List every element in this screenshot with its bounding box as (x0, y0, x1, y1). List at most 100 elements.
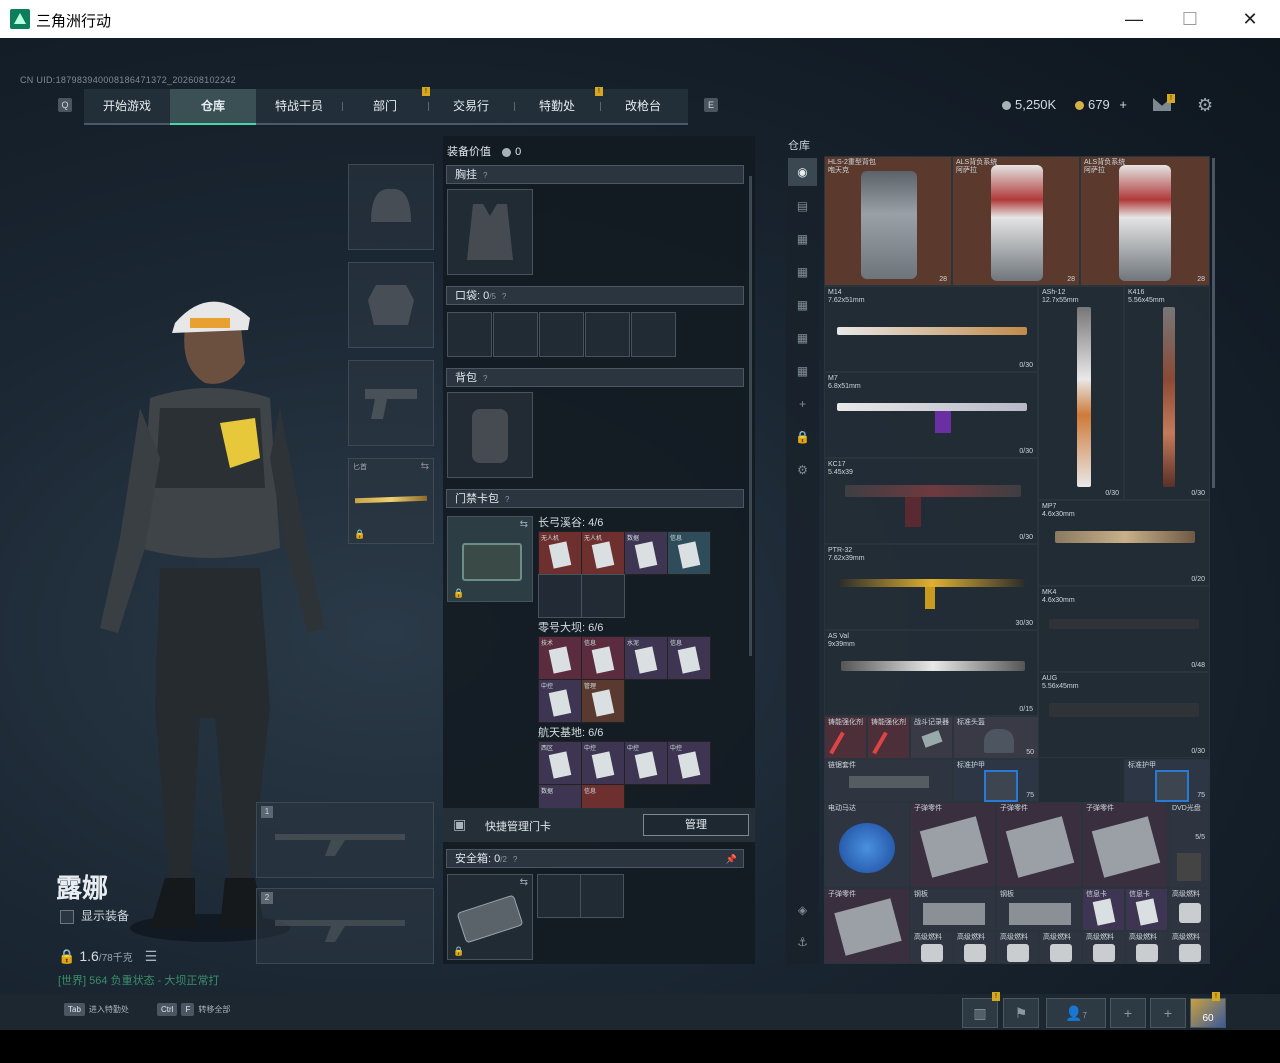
help-icon[interactable]: ? (513, 850, 517, 869)
scrollbar[interactable] (749, 176, 752, 656)
keycard-item[interactable]: 中控 (624, 741, 668, 785)
keycard-item[interactable]: 数据 (538, 784, 582, 810)
stash-item-gun[interactable]: AS Val 9x39mm 0/15 (824, 630, 1038, 716)
keycard-item[interactable]: 无人机 (538, 531, 582, 575)
stash-item[interactable]: 子弹零件 (1082, 802, 1168, 888)
stash-item[interactable]: 链锯套件 (824, 759, 953, 802)
stash-item-gun[interactable]: M7 6.8x51mm 0/30 (824, 372, 1038, 458)
armor-slot[interactable] (348, 262, 434, 348)
stash-item-gun[interactable]: KC17 5.45x39 0/30 (824, 458, 1038, 544)
stash-item[interactable]: 高级燃料 (1082, 931, 1125, 964)
stash-item[interactable]: DVD光盘 5/5 (1168, 802, 1210, 888)
help-icon[interactable]: ? (502, 287, 506, 306)
list-icon[interactable]: ☰ (145, 948, 158, 964)
stash-tab-4-icon[interactable]: ▦ (788, 291, 817, 319)
stash-tab-5-icon[interactable]: ▦ (788, 324, 817, 352)
safebox-slot[interactable]: ⇆ 🔒 (447, 874, 533, 960)
pocket-slot[interactable] (585, 312, 630, 357)
safebox-grid-slot[interactable] (537, 874, 581, 918)
stash-item-gun[interactable]: K416 5.56x45mm 0/30 (1124, 286, 1210, 500)
stash-item-gun[interactable]: PTR-32 7.62x39mm 30/30 (824, 544, 1038, 630)
minimize-button[interactable]: — (1114, 6, 1154, 32)
secondary-weapon-slot[interactable]: 2 (256, 888, 434, 964)
backpack-slot[interactable] (447, 392, 533, 478)
stash-item-gun[interactable]: ASh-12 12.7x55mm 0/30 (1038, 286, 1124, 500)
manage-button[interactable]: 管理 (643, 814, 749, 836)
stash-tab-2-icon[interactable]: ▦ (788, 225, 817, 253)
stash-item[interactable]: 标准头盔 50 (953, 716, 1039, 759)
stash-item[interactable]: 子弹零件 (996, 802, 1082, 888)
pocket-slot[interactable] (447, 312, 492, 357)
tab-special-ops[interactable]: 特勤处 (514, 89, 600, 123)
stash-item-backpack[interactable]: ALS背负系统 阿萨拉 28 (952, 156, 1080, 286)
stash-item[interactable]: 子弹零件 (824, 888, 910, 964)
keycard-item[interactable]: 西区 (538, 741, 582, 785)
stash-item[interactable]: 高级燃料 (953, 931, 996, 964)
melee-slot[interactable]: 匕首 ⇆ 🔒 (348, 458, 434, 544)
stash-item[interactable]: 子弹零件 (910, 802, 996, 888)
keycard-case-slot[interactable]: ⇆ 🔒 (447, 516, 533, 602)
keycard-item[interactable]: 管理 (581, 679, 625, 723)
chest-rig-slot[interactable] (447, 189, 533, 275)
tab-operators[interactable]: 特战干员 (256, 89, 342, 123)
stash-item[interactable]: 高级燃料 (996, 931, 1039, 964)
stash-item[interactable]: 标准护甲 75 (953, 759, 1039, 802)
stash-item[interactable]: 高级燃料 (1168, 888, 1210, 931)
layers-icon[interactable]: ◈ (788, 896, 817, 924)
stash-tab-guns-icon[interactable]: ▤ (788, 192, 817, 220)
close-button[interactable]: ✕ (1230, 6, 1270, 32)
stash-item[interactable]: 高级燃料 (1168, 931, 1210, 964)
keycard-item[interactable]: 技术 (538, 636, 582, 680)
stash-scrollbar[interactable] (1212, 158, 1215, 488)
show-equipment-toggle[interactable]: 显示装备 (60, 907, 129, 924)
stash-item-backpack[interactable]: HLS-2重型背包 咆天克 28 (824, 156, 952, 286)
keycard-item[interactable]: 信息 (581, 636, 625, 680)
keycard-empty-slot[interactable] (538, 574, 582, 618)
stash-item[interactable]: 标准护甲 75 (1124, 759, 1210, 802)
stash-item[interactable]: 信息卡 (1082, 888, 1125, 931)
tab-warehouse[interactable]: 仓库 (170, 89, 256, 125)
pocket-slot[interactable] (539, 312, 584, 357)
transfer-all-hint[interactable]: Ctrl F 转移全部 (157, 1003, 230, 1016)
tab-trade[interactable]: 交易行 (428, 89, 514, 123)
stash-all-icon[interactable]: ◉ (788, 158, 817, 186)
stash-item[interactable]: 高级燃料 (910, 931, 953, 964)
invite-slot-1[interactable]: + (1110, 998, 1146, 1028)
stash-item-gun[interactable]: M14 7.62x51mm 0/30 (824, 286, 1038, 372)
lock-tab-icon[interactable]: 🔒 (788, 423, 817, 451)
help-icon[interactable]: ? (483, 369, 487, 388)
keycard-item[interactable]: 信息 (581, 784, 625, 810)
settings-gear-icon[interactable]: ⚙ (1197, 95, 1213, 116)
keycard-item[interactable]: 信息 (667, 636, 711, 680)
tab-start-game[interactable]: 开始游戏 (84, 89, 170, 123)
tab-gunsmith[interactable]: 改枪台 (600, 89, 686, 123)
keycard-item[interactable]: 中控 (581, 741, 625, 785)
stash-item[interactable]: 铸能强化剂 (824, 716, 867, 759)
stash-item-gun[interactable]: MK4 4.6x30mm 0/48 (1038, 586, 1210, 672)
help-icon[interactable]: ? (483, 166, 487, 185)
nav-next-key[interactable]: E (704, 98, 718, 112)
stash-item[interactable]: 战斗记录器 (910, 716, 953, 759)
friends-icon[interactable]: 👤7 (1046, 998, 1106, 1028)
helmet-slot[interactable] (348, 164, 434, 250)
nav-prev-key[interactable]: Q (58, 98, 72, 112)
sort-icon[interactable]: ⚓ (788, 928, 817, 956)
stash-item[interactable]: 电动马达 (824, 802, 910, 888)
keycard-item[interactable]: 中控 (667, 741, 711, 785)
safebox-grid-slot[interactable] (580, 874, 624, 918)
keycard-item[interactable]: 中控 (538, 679, 582, 723)
tab-department[interactable]: 部门 (342, 89, 428, 123)
stash-item[interactable]: 高级燃料 (1125, 931, 1168, 964)
stash-tab-6-icon[interactable]: ▦ (788, 357, 817, 385)
pin-icon[interactable]: 📌 (726, 850, 737, 869)
maximize-button[interactable]: ☐ (1170, 6, 1210, 32)
stash-tab-3-icon[interactable]: ▦ (788, 258, 817, 286)
stash-item[interactable]: 铸能强化剂 (867, 716, 910, 759)
pocket-slot[interactable] (631, 312, 676, 357)
stash-item-gun[interactable]: MP7 4.6x30mm 0/20 (1038, 500, 1210, 586)
pocket-slot[interactable] (493, 312, 538, 357)
help-icon[interactable]: ? (505, 490, 509, 509)
add-currency-button[interactable]: + (1119, 97, 1127, 112)
add-tab-icon[interactable]: + (788, 390, 817, 418)
keycard-item[interactable]: 水泥 (624, 636, 668, 680)
